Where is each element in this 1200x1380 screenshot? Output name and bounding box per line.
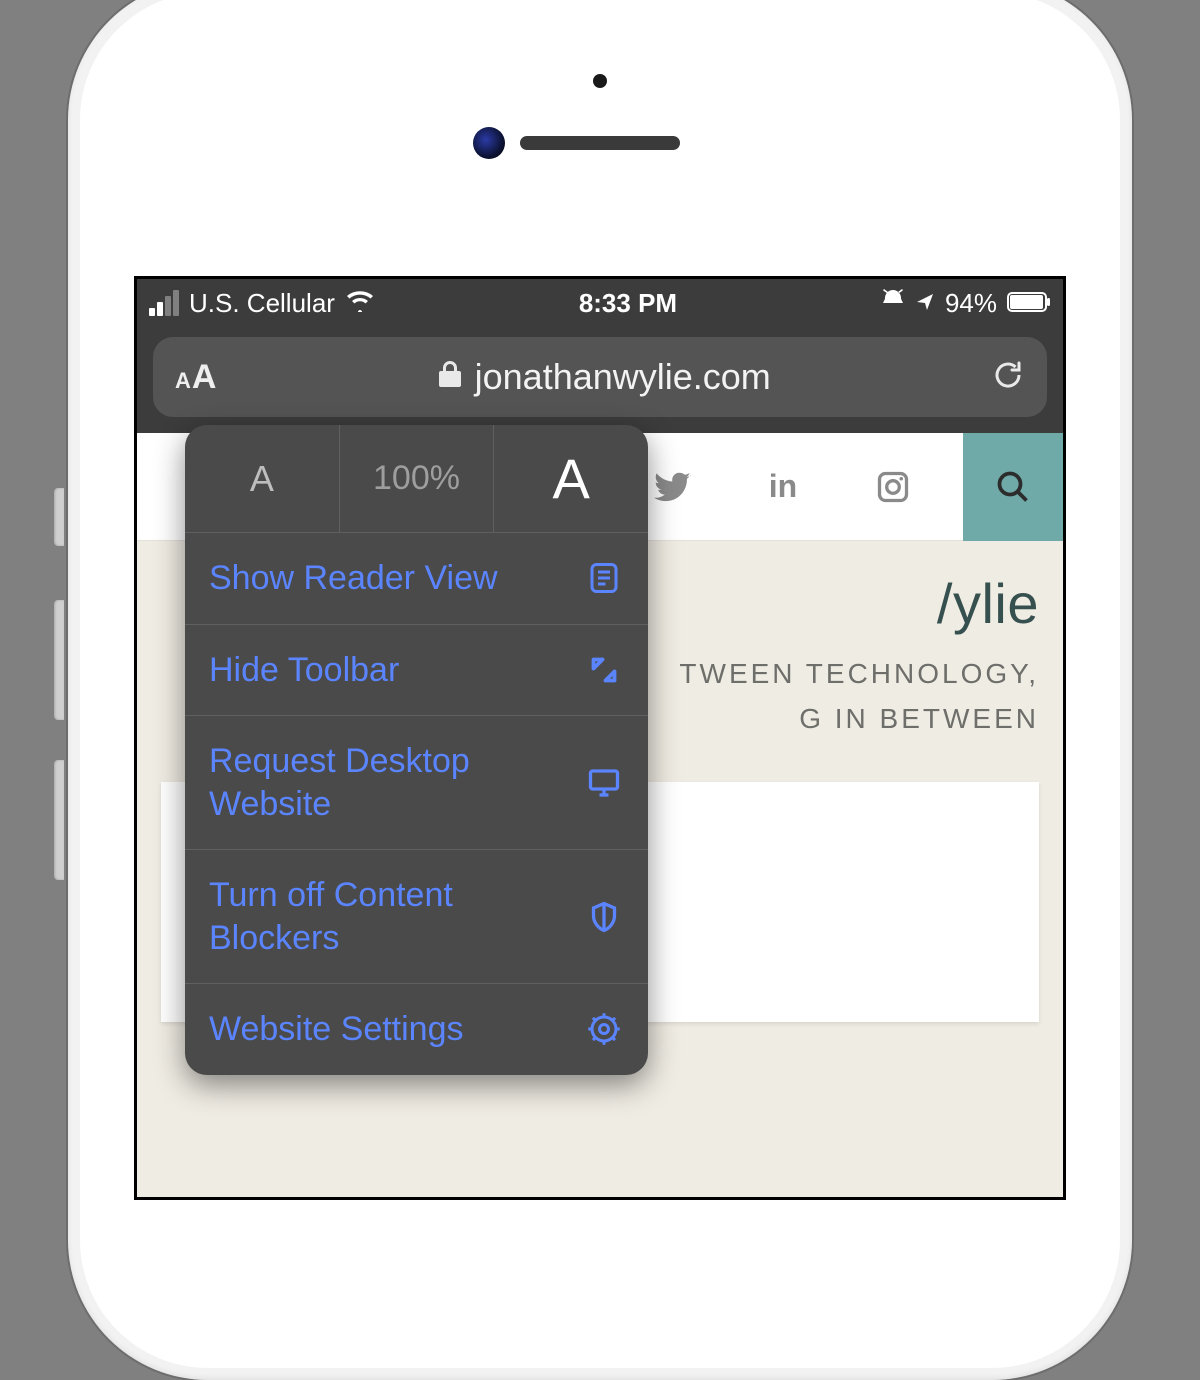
reload-button[interactable] — [991, 358, 1025, 397]
address-bar-row: A A jonathanwylie.com — [137, 327, 1063, 433]
menu-item-reader-view[interactable]: Show Reader View — [185, 533, 648, 625]
volume-up-button — [54, 600, 64, 720]
carrier-label: U.S. Cellular — [189, 288, 335, 319]
status-left: U.S. Cellular — [149, 288, 375, 319]
volume-down-button — [54, 760, 64, 880]
proximity-sensor — [593, 74, 607, 88]
zoom-row: A 100% A — [185, 425, 648, 533]
menu-label: Hide Toolbar — [209, 649, 399, 692]
status-bar: U.S. Cellular 8:33 PM 94% — [137, 279, 1063, 327]
zoom-out-button[interactable]: A — [185, 425, 340, 532]
desktop-icon — [584, 765, 624, 801]
text-size-large-a: A — [192, 358, 217, 397]
cellular-signal-icon — [149, 290, 179, 316]
zoom-in-button[interactable]: A — [494, 425, 648, 532]
address-bar-center[interactable]: jonathanwylie.com — [216, 356, 991, 398]
battery-icon — [1007, 288, 1051, 319]
menu-item-content-blockers[interactable]: Turn off Content Blockers — [185, 850, 648, 984]
menu-label: Turn off Content Blockers — [209, 874, 549, 959]
menu-label: Request Desktop Website — [209, 740, 549, 825]
text-size-button[interactable]: A A — [175, 358, 216, 397]
expand-icon — [584, 652, 624, 688]
menu-item-hide-toolbar[interactable]: Hide Toolbar — [185, 625, 648, 717]
menu-item-request-desktop[interactable]: Request Desktop Website — [185, 716, 648, 850]
zoom-percent-label: 100% — [340, 425, 495, 532]
phone-screen: U.S. Cellular 8:33 PM 94% A A — [134, 276, 1066, 1200]
lock-icon — [437, 356, 463, 398]
status-right: 94% — [881, 288, 1051, 319]
front-camera — [473, 127, 505, 159]
wifi-icon — [345, 288, 375, 319]
menu-item-website-settings[interactable]: Website Settings — [185, 984, 648, 1075]
status-time: 8:33 PM — [579, 288, 677, 319]
battery-percent: 94% — [945, 288, 997, 319]
site-search-button[interactable] — [963, 433, 1063, 541]
text-size-small-a: A — [175, 368, 191, 394]
location-icon — [915, 288, 935, 319]
silent-switch — [54, 488, 64, 546]
popover-caret — [215, 425, 247, 427]
instagram-icon[interactable] — [853, 433, 933, 541]
earpiece — [520, 136, 680, 150]
address-bar[interactable]: A A jonathanwylie.com — [153, 337, 1047, 417]
linkedin-icon[interactable]: in — [743, 433, 823, 541]
shield-icon — [584, 899, 624, 935]
menu-label: Website Settings — [209, 1008, 464, 1051]
url-domain: jonathanwylie.com — [475, 356, 771, 398]
aa-popover-menu: A 100% A Show Reader View Hide Toolbar R… — [185, 425, 648, 1075]
gear-icon — [584, 1011, 624, 1047]
reader-icon — [584, 560, 624, 596]
alarm-icon — [881, 288, 905, 319]
menu-label: Show Reader View — [209, 557, 498, 600]
